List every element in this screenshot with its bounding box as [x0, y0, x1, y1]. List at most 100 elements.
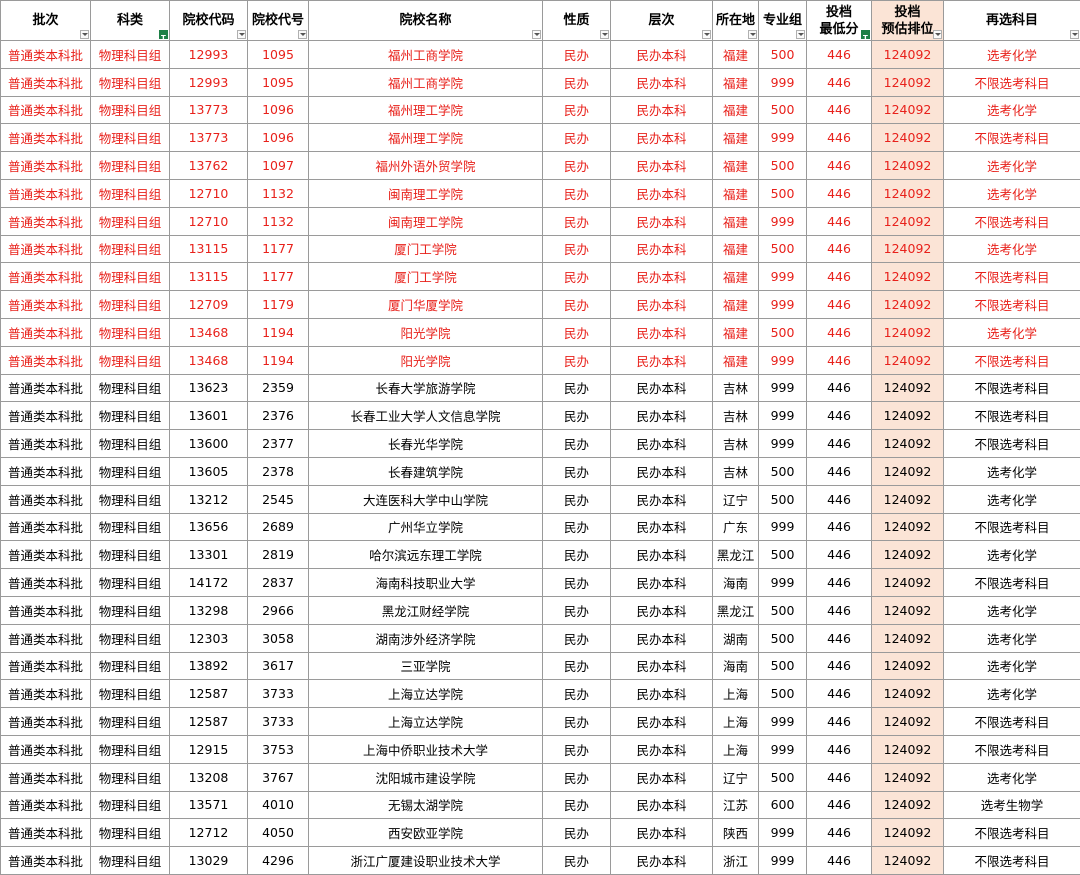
cell-rank[interactable]: 124092 — [872, 96, 944, 124]
cell-level[interactable]: 民办本科 — [611, 652, 713, 680]
cell-reselect[interactable]: 选考化学 — [944, 485, 1080, 513]
cell-province[interactable]: 吉林 — [713, 457, 759, 485]
cell-subject[interactable]: 物理科目组 — [91, 207, 170, 235]
cell-nature[interactable]: 民办 — [543, 847, 611, 875]
cell-nature[interactable]: 民办 — [543, 485, 611, 513]
cell-major-group[interactable]: 999 — [759, 513, 807, 541]
cell-batch[interactable]: 普通类本科批 — [1, 624, 91, 652]
cell-school-code[interactable]: 13656 — [170, 513, 248, 541]
cell-batch[interactable]: 普通类本科批 — [1, 263, 91, 291]
cell-min-score[interactable]: 446 — [807, 819, 872, 847]
filter-dropdown-icon[interactable] — [748, 30, 757, 39]
cell-subject[interactable]: 物理科目组 — [91, 763, 170, 791]
cell-subject[interactable]: 物理科目组 — [91, 430, 170, 458]
cell-reselect[interactable]: 不限选考科目 — [944, 68, 1080, 96]
cell-school-name[interactable]: 厦门华厦学院 — [309, 291, 543, 319]
cell-school-code[interactable]: 12587 — [170, 680, 248, 708]
cell-school-name[interactable]: 浙江广厦建设职业技术大学 — [309, 847, 543, 875]
cell-school-id[interactable]: 1132 — [248, 207, 309, 235]
cell-reselect[interactable]: 不限选考科目 — [944, 374, 1080, 402]
cell-school-code[interactable]: 13892 — [170, 652, 248, 680]
cell-school-code[interactable]: 12710 — [170, 179, 248, 207]
cell-subject[interactable]: 物理科目组 — [91, 374, 170, 402]
cell-rank[interactable]: 124092 — [872, 263, 944, 291]
cell-batch[interactable]: 普通类本科批 — [1, 485, 91, 513]
cell-school-name[interactable]: 长春工业大学人文信息学院 — [309, 402, 543, 430]
filter-active-icon[interactable] — [159, 30, 168, 39]
cell-rank[interactable]: 124092 — [872, 596, 944, 624]
cell-level[interactable]: 民办本科 — [611, 318, 713, 346]
cell-province[interactable]: 辽宁 — [713, 485, 759, 513]
cell-reselect[interactable]: 选考化学 — [944, 763, 1080, 791]
cell-school-id[interactable]: 3733 — [248, 708, 309, 736]
cell-school-id[interactable]: 3753 — [248, 735, 309, 763]
cell-school-name[interactable]: 沈阳城市建设学院 — [309, 763, 543, 791]
cell-subject[interactable]: 物理科目组 — [91, 596, 170, 624]
cell-school-code[interactable]: 12915 — [170, 735, 248, 763]
cell-level[interactable]: 民办本科 — [611, 346, 713, 374]
cell-school-name[interactable]: 海南科技职业大学 — [309, 569, 543, 597]
cell-school-code[interactable]: 13571 — [170, 791, 248, 819]
cell-level[interactable]: 民办本科 — [611, 541, 713, 569]
cell-school-name[interactable]: 福州理工学院 — [309, 124, 543, 152]
cell-min-score[interactable]: 446 — [807, 318, 872, 346]
cell-major-group[interactable]: 999 — [759, 402, 807, 430]
cell-province[interactable]: 陕西 — [713, 819, 759, 847]
cell-reselect[interactable]: 不限选考科目 — [944, 346, 1080, 374]
cell-school-code[interactable]: 13298 — [170, 596, 248, 624]
cell-min-score[interactable]: 446 — [807, 541, 872, 569]
cell-batch[interactable]: 普通类本科批 — [1, 457, 91, 485]
cell-min-score[interactable]: 446 — [807, 735, 872, 763]
cell-school-code[interactable]: 14172 — [170, 569, 248, 597]
cell-batch[interactable]: 普通类本科批 — [1, 96, 91, 124]
cell-nature[interactable]: 民办 — [543, 569, 611, 597]
cell-school-id[interactable]: 2689 — [248, 513, 309, 541]
cell-school-code[interactable]: 13115 — [170, 235, 248, 263]
cell-major-group[interactable]: 999 — [759, 207, 807, 235]
cell-school-id[interactable]: 2819 — [248, 541, 309, 569]
cell-major-group[interactable]: 500 — [759, 596, 807, 624]
cell-min-score[interactable]: 446 — [807, 763, 872, 791]
cell-province[interactable]: 福建 — [713, 318, 759, 346]
cell-level[interactable]: 民办本科 — [611, 374, 713, 402]
cell-school-code[interactable]: 13623 — [170, 374, 248, 402]
cell-school-code[interactable]: 12710 — [170, 207, 248, 235]
cell-nature[interactable]: 民办 — [543, 513, 611, 541]
cell-school-code[interactable]: 13773 — [170, 96, 248, 124]
cell-subject[interactable]: 物理科目组 — [91, 541, 170, 569]
cell-rank[interactable]: 124092 — [872, 152, 944, 180]
cell-school-name[interactable]: 哈尔滨远东理工学院 — [309, 541, 543, 569]
cell-batch[interactable]: 普通类本科批 — [1, 763, 91, 791]
cell-min-score[interactable]: 446 — [807, 207, 872, 235]
cell-province[interactable]: 福建 — [713, 346, 759, 374]
cell-batch[interactable]: 普通类本科批 — [1, 68, 91, 96]
cell-province[interactable]: 吉林 — [713, 374, 759, 402]
cell-rank[interactable]: 124092 — [872, 763, 944, 791]
cell-batch[interactable]: 普通类本科批 — [1, 819, 91, 847]
cell-school-name[interactable]: 福州理工学院 — [309, 96, 543, 124]
cell-reselect[interactable]: 选考化学 — [944, 318, 1080, 346]
cell-rank[interactable]: 124092 — [872, 680, 944, 708]
cell-min-score[interactable]: 446 — [807, 235, 872, 263]
cell-major-group[interactable]: 999 — [759, 569, 807, 597]
filter-dropdown-icon[interactable] — [796, 30, 805, 39]
cell-nature[interactable]: 民办 — [543, 41, 611, 69]
cell-reselect[interactable]: 不限选考科目 — [944, 207, 1080, 235]
cell-level[interactable]: 民办本科 — [611, 457, 713, 485]
cell-nature[interactable]: 民办 — [543, 541, 611, 569]
cell-province[interactable]: 福建 — [713, 68, 759, 96]
cell-school-name[interactable]: 长春光华学院 — [309, 430, 543, 458]
cell-major-group[interactable]: 999 — [759, 708, 807, 736]
cell-province[interactable]: 福建 — [713, 124, 759, 152]
cell-school-code[interactable]: 13029 — [170, 847, 248, 875]
cell-school-code[interactable]: 12993 — [170, 68, 248, 96]
cell-school-name[interactable]: 长春建筑学院 — [309, 457, 543, 485]
cell-reselect[interactable]: 不限选考科目 — [944, 430, 1080, 458]
cell-province[interactable]: 浙江 — [713, 847, 759, 875]
cell-reselect[interactable]: 不限选考科目 — [944, 847, 1080, 875]
cell-rank[interactable]: 124092 — [872, 235, 944, 263]
cell-batch[interactable]: 普通类本科批 — [1, 318, 91, 346]
cell-school-id[interactable]: 2837 — [248, 569, 309, 597]
cell-reselect[interactable]: 选考化学 — [944, 457, 1080, 485]
cell-batch[interactable]: 普通类本科批 — [1, 680, 91, 708]
